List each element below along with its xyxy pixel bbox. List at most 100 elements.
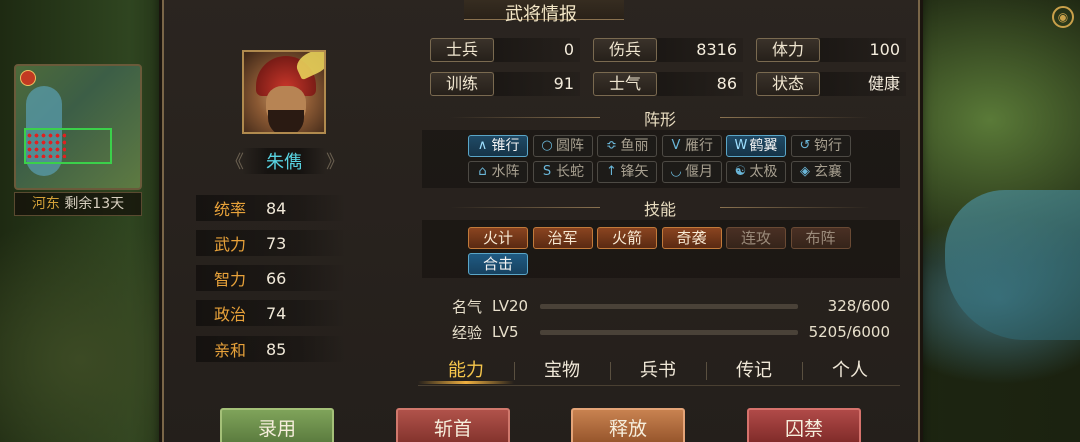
tabs-divider [418,385,900,386]
attr-label: 亲和 [214,341,247,360]
formation-icon: ↺ [799,138,811,153]
attr-value: 74 [266,303,287,323]
formation-button[interactable]: ○ 圆阵 [532,135,593,157]
stat-soldiers: 士兵 0 [430,38,580,62]
tab-biography[interactable]: 传记 [706,356,802,386]
formation-label: 长蛇 [556,164,584,180]
stat-stamina: 体力 100 [756,38,906,62]
stat-value: 8316 [657,38,743,62]
stat-value: 91 [494,72,580,96]
stat-status: 状态 健康 [756,72,906,96]
skill-button[interactable]: 连攻 [726,227,786,249]
stat-wounded: 伤兵 8316 [593,38,743,62]
prev-general-arrow-icon[interactable]: 《 [226,148,244,174]
skill-button[interactable]: 合击 [468,253,528,275]
behead-button[interactable]: 斩首 [396,408,510,442]
progress-value: 5205/6000 [808,323,890,341]
signal-icon[interactable]: ◉ [1052,6,1074,28]
formation-label: 钩行 [814,138,842,154]
formation-button[interactable]: ☯ 太极 [726,161,786,183]
release-button[interactable]: 释放 [571,408,685,442]
formation-button[interactable]: S 长蛇 [532,161,593,183]
attr-label: 政治 [214,305,247,324]
attr-value: 84 [266,198,287,218]
formation-icon: ◡ [670,164,682,179]
attr-label: 智力 [214,270,247,289]
formation-icon: ∧ [477,138,488,153]
formation-icon: ◈ [800,164,810,179]
attr-value: 73 [266,233,287,253]
formation-button[interactable]: ↑ 锋矢 [597,161,657,183]
minimap[interactable] [14,64,142,190]
formation-label: 锋矢 [620,164,649,180]
stat-morale: 士气 86 [593,72,743,96]
tab-treasure[interactable]: 宝物 [514,356,610,386]
stat-value: 健康 [820,72,906,96]
formation-icon: S [542,164,552,179]
formation-label: 鹤翼 [749,138,778,154]
formation-label: 鱼丽 [620,138,649,154]
progress-value: 328/600 [827,297,890,315]
formation-button[interactable]: ◡ 偃月 [661,161,722,183]
progress-label: 名气 [451,297,482,316]
next-general-arrow-icon[interactable]: 》 [326,148,344,174]
formation-button[interactable]: ⌂ 水阵 [468,161,528,183]
formation-icon: ○ [541,138,553,153]
formation-icon: ☯ [734,164,747,179]
tab-personal[interactable]: 个人 [802,356,898,386]
formation-button[interactable]: V 雁行 [661,135,722,157]
minimap-viewport [24,128,112,164]
formation-label: 雁行 [685,138,713,154]
attr-row-strength: 武力 73 [196,230,346,256]
attr-label: 统率 [214,200,247,219]
fame-progress: 名气 LV20 328/600 [422,294,900,318]
attr-value: 66 [266,268,287,288]
formation-heading: 阵形 [420,106,900,130]
stat-label: 士气 [593,72,657,96]
progress-label: 经验 [451,323,482,342]
formation-label: 太极 [749,164,778,180]
formation-button[interactable]: ◈ 玄襄 [790,161,851,183]
formation-label: 圆阵 [556,138,584,154]
hire-button[interactable]: 录用 [220,408,334,442]
imprison-button[interactable]: 囚禁 [747,408,861,442]
panel-title: 武将情报 [505,4,577,25]
attr-row-charisma: 亲和 85 [196,336,346,362]
skill-button[interactable]: 火箭 [597,227,657,249]
stat-label: 体力 [756,38,820,62]
stat-training: 训练 91 [430,72,580,96]
progress-track [540,329,798,335]
general-name: 朱儁 [242,148,326,174]
skill-button[interactable]: 火计 [468,227,528,249]
progress-track [540,303,798,309]
formation-label: 水阵 [491,164,520,180]
general-name-row: 《 朱儁 》 [226,148,344,174]
skill-button[interactable]: 治军 [532,227,593,249]
progress-level: LV5 [492,323,519,341]
progress-level: LV20 [492,297,529,315]
stat-label: 士兵 [430,38,494,62]
skill-button[interactable]: 奇袭 [661,227,722,249]
formation-icon: ≎ [606,138,617,153]
attr-label: 武力 [214,235,247,254]
formation-label: 玄襄 [814,164,842,180]
formation-icon: W [734,138,748,153]
formation-icon: ⌂ [478,164,487,179]
skill-button[interactable]: 布阵 [790,227,851,249]
stat-value: 0 [494,38,580,62]
formation-button[interactable]: ≎ 鱼丽 [597,135,657,157]
formation-button[interactable]: W 鹤翼 [726,135,786,157]
formation-button[interactable]: ∧ 锥行 [468,135,528,157]
attr-row-politics: 政治 74 [196,300,346,326]
formation-label: 偃月 [685,164,713,180]
formation-icon: V [671,138,681,153]
stat-label: 伤兵 [593,38,657,62]
stat-value: 86 [657,72,743,96]
attr-value: 85 [266,339,287,359]
tab-military-book[interactable]: 兵书 [610,356,706,386]
stat-label: 状态 [756,72,820,96]
stat-value: 100 [820,38,906,62]
formation-button[interactable]: ↺ 钩行 [790,135,851,157]
stat-label: 训练 [430,72,494,96]
active-tab-indicator [418,381,514,384]
